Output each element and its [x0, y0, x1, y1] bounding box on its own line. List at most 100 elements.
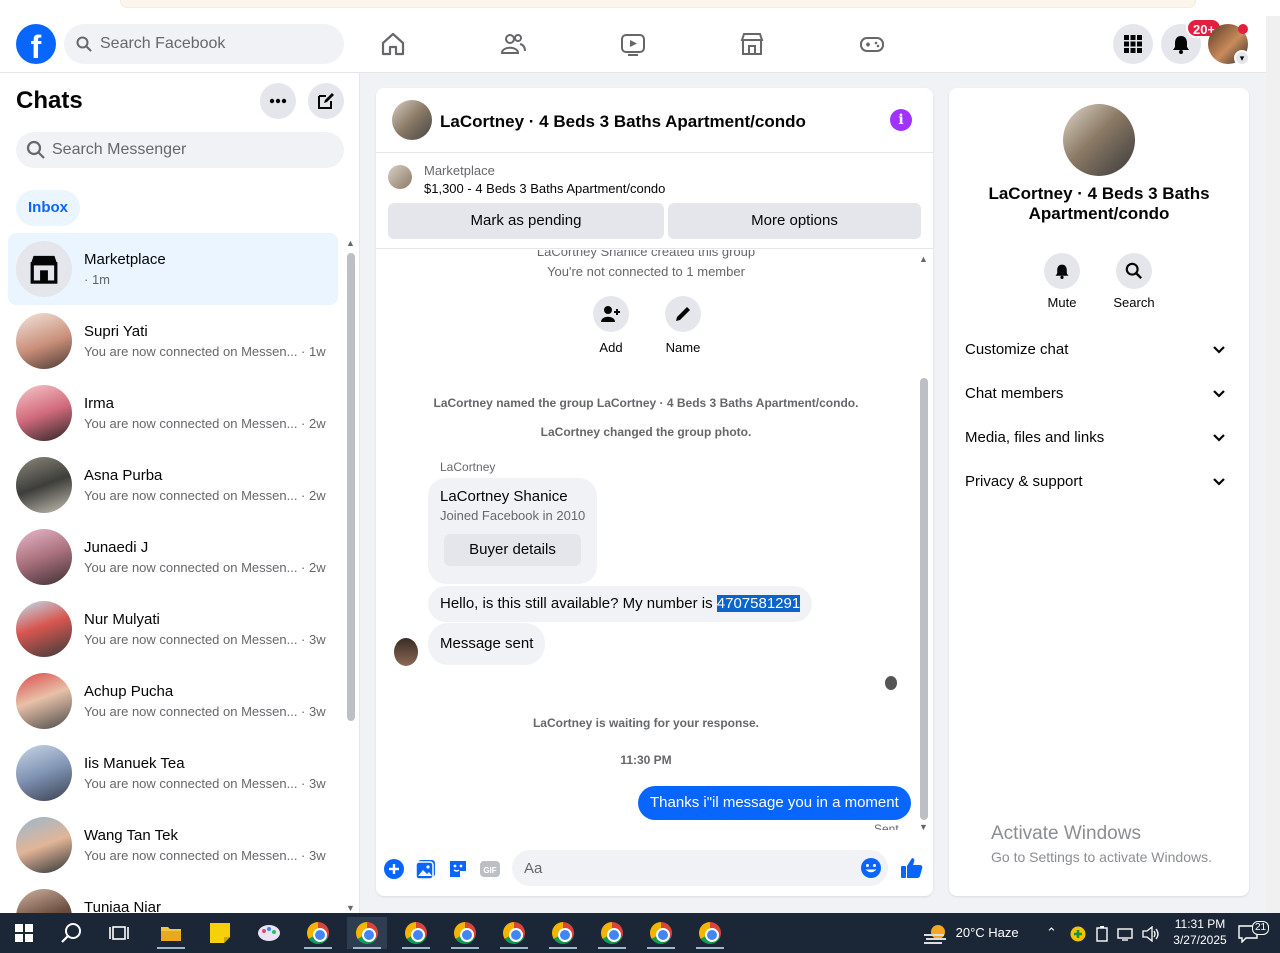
listing-title[interactable]: $1,300 - 4 Beds 3 Baths Apartment/condo — [424, 181, 665, 196]
buyer-name[interactable]: LaCortney Shanice — [440, 488, 568, 505]
network-icon[interactable] — [1117, 913, 1135, 953]
chrome-profile-icon[interactable] — [543, 917, 583, 949]
conversation-name: Tuniaa Niar — [84, 899, 161, 913]
conversation-item[interactable]: Achup Pucha You are now connected on Mes… — [8, 665, 338, 737]
info-icon[interactable]: i — [890, 109, 912, 131]
chrome-profile-icon[interactable] — [592, 917, 632, 949]
search-facebook[interactable] — [64, 24, 344, 64]
chrome-profile-icon[interactable] — [445, 917, 485, 949]
avatar — [16, 313, 72, 369]
sticky-notes-icon[interactable] — [200, 917, 240, 949]
chat-members-section[interactable]: Chat members — [965, 372, 1233, 416]
photo-icon[interactable] — [415, 858, 437, 880]
search-facebook-input[interactable] — [100, 24, 330, 64]
search-icon[interactable] — [52, 917, 92, 949]
search-messenger[interactable] — [16, 132, 344, 168]
name-group-action[interactable]: Name — [653, 296, 713, 355]
chrome-profile-icon[interactable] — [298, 917, 338, 949]
new-message-icon[interactable] — [308, 83, 344, 119]
sender-avatar[interactable] — [394, 638, 418, 666]
sticker-icon[interactable] — [447, 858, 469, 880]
marketplace-icon[interactable] — [734, 26, 770, 62]
conversation-preview: You are now connected on Messen... · 3w — [84, 848, 326, 863]
system-clock[interactable]: 11:31 PM 3/27/2025 — [1168, 916, 1232, 948]
plus-circle-icon[interactable] — [383, 858, 405, 880]
profile-avatar[interactable]: ▾ — [1208, 24, 1250, 66]
menu-grid-icon[interactable] — [1113, 24, 1153, 64]
chrome-profile-icon[interactable] — [690, 917, 730, 949]
sidebar-scrollbar[interactable]: ▲ ▼ — [344, 238, 356, 913]
message-input-field[interactable] — [512, 850, 888, 886]
avatar — [16, 529, 72, 585]
friends-icon[interactable] — [495, 26, 531, 62]
battery-icon[interactable] — [1096, 913, 1108, 953]
system-message: You're not connected to 1 member — [547, 264, 745, 279]
notification-center-icon[interactable]: 21 — [1238, 913, 1270, 953]
customize-chat-section[interactable]: Customize chat — [965, 328, 1233, 372]
emoji-icon[interactable] — [860, 857, 882, 879]
conversation-item[interactable]: Nur Mulyati You are now connected on Mes… — [8, 593, 338, 665]
more-options-icon[interactable] — [260, 83, 296, 119]
conversation-item[interactable]: Supri Yati You are now connected on Mess… — [8, 305, 338, 377]
conversation-item[interactable]: Tuniaa Niar — [8, 881, 338, 913]
incoming-message[interactable]: Hello, is this still available? My numbe… — [428, 586, 813, 622]
inbox-filter-tab[interactable]: Inbox — [16, 190, 80, 226]
mark-as-pending-button[interactable]: Mark as pending — [388, 203, 664, 239]
home-icon[interactable] — [375, 26, 411, 62]
chrome-profile-icon[interactable] — [396, 917, 436, 949]
conversation-item[interactable]: Asna Purba You are now connected on Mess… — [8, 449, 338, 521]
weather-widget[interactable]: 20°C Haze — [922, 913, 1019, 953]
chrome-profile-icon[interactable] — [494, 917, 534, 949]
scroll-down-arrow-icon[interactable]: ▼ — [919, 822, 928, 832]
paint-app-icon[interactable] — [249, 917, 289, 949]
media-files-links-section[interactable]: Media, files and links — [965, 416, 1233, 460]
group-avatar[interactable] — [392, 100, 432, 140]
scrollbar-thumb[interactable] — [347, 253, 355, 721]
chat-title[interactable]: LaCortney · 4 Beds 3 Baths Apartment/con… — [440, 112, 806, 132]
windows-start-icon[interactable] — [4, 917, 44, 949]
conversation-item[interactable]: Wang Tan Tek You are now connected on Me… — [8, 809, 338, 881]
gif-icon[interactable]: GIF — [479, 858, 501, 880]
chat-window: LaCortney · 4 Beds 3 Baths Apartment/con… — [376, 88, 933, 896]
facebook-logo-icon[interactable]: f — [16, 24, 56, 64]
thumbs-up-icon[interactable] — [900, 856, 924, 880]
conversation-item[interactable]: Iis Manuek Tea You are now connected on … — [8, 737, 338, 809]
message-input[interactable] — [524, 850, 844, 886]
activate-windows-watermark: Activate Windows Go to Settings to activ… — [991, 823, 1212, 865]
conversation-name: Marketplace — [84, 251, 166, 268]
privacy-support-section[interactable]: Privacy & support — [965, 460, 1233, 504]
details-title: LaCortney · 4 Beds 3 Baths Apartment/con… — [988, 184, 1210, 223]
incoming-message[interactable]: Message sent — [428, 623, 546, 665]
chrome-profile-icon[interactable] — [641, 917, 681, 949]
section-label: Chat members — [965, 385, 1064, 402]
show-hidden-icons-chevron-icon[interactable]: ⌃ — [1046, 913, 1057, 953]
conversation-item[interactable]: Irma You are now connected on Messen... … — [8, 377, 338, 449]
conversation-item[interactable]: Junaedi J You are now connected on Messe… — [8, 521, 338, 593]
group-photo[interactable] — [1063, 104, 1135, 176]
gaming-icon[interactable] — [854, 26, 890, 62]
volume-icon[interactable] — [1142, 913, 1160, 953]
scroll-up-arrow-icon[interactable]: ▲ — [346, 238, 355, 248]
task-view-icon[interactable] — [99, 917, 139, 949]
scroll-down-arrow-icon[interactable]: ▼ — [346, 903, 355, 913]
search-icon — [1116, 253, 1152, 289]
conversation-item[interactable]: Marketplace · 1m — [8, 233, 338, 305]
listing-thumbnail[interactable] — [388, 165, 412, 189]
search-messenger-input[interactable] — [52, 132, 332, 168]
more-options-button[interactable]: More options — [668, 203, 921, 239]
chat-scrollbar[interactable]: ▲ ▼ — [917, 254, 931, 832]
security-shield-icon[interactable] — [1070, 913, 1086, 953]
add-member-action[interactable]: Add — [581, 296, 641, 355]
buyer-details-button[interactable]: Buyer details — [444, 534, 581, 566]
chrome-profile-icon[interactable] — [347, 917, 387, 949]
outgoing-message[interactable]: Thanks i"il message you in a moment — [638, 786, 911, 820]
notification-count: 21 — [1252, 921, 1270, 935]
mute-action[interactable]: Mute — [1032, 253, 1092, 310]
page-scrollbar[interactable] — [1266, 16, 1280, 913]
search-action[interactable]: Search — [1104, 253, 1164, 310]
scroll-up-arrow-icon[interactable]: ▲ — [919, 254, 928, 264]
file-explorer-icon[interactable] — [151, 917, 191, 949]
video-icon[interactable] — [615, 26, 651, 62]
scrollbar-thumb[interactable] — [920, 378, 928, 820]
selected-phone-number[interactable]: 4707581291 — [716, 595, 801, 612]
